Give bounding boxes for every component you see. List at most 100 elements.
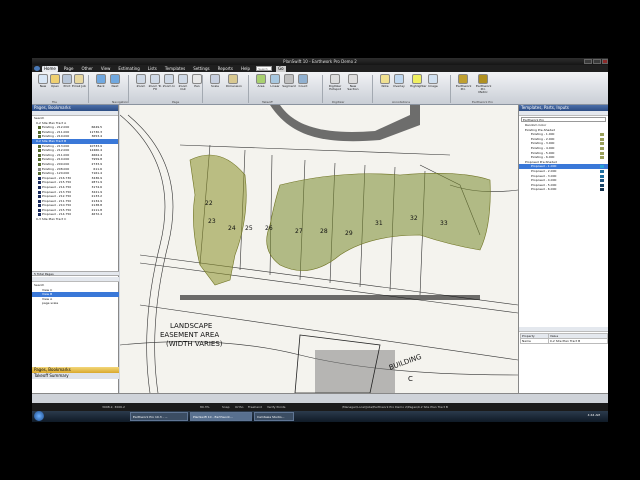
drawing-canvas[interactable]: 22 23 24 25 26 27 28 29 31 32 33 LANDSCAPE EASEMEN… [120, 105, 518, 393]
takeoff-item-label: Existing - 211.000 [42, 152, 70, 157]
ribbon-highlighter-button[interactable]: Highlighter [410, 74, 427, 88]
ribbon-zoom-out-button[interactable]: Zoom Out [176, 74, 190, 91]
minimize-button[interactable] [584, 59, 592, 64]
task-item-2[interactable]: Camtasia Studio... [254, 412, 294, 421]
menu-settings[interactable]: Settings [191, 66, 211, 72]
view-item[interactable]: page scale [32, 301, 119, 306]
search-go-button[interactable]: Go [276, 65, 286, 72]
color-swatch-icon [38, 195, 41, 199]
template-item-label: Proposed - 4.000 [531, 178, 557, 183]
task-item-1[interactable]: PlanSwift 10 - Earthwork... [190, 412, 252, 421]
note-icon [380, 74, 390, 84]
color-swatch-icon [600, 183, 604, 187]
ribbon-new-section-label: New Section [347, 84, 359, 91]
new-icon [38, 74, 48, 84]
menu-estimating[interactable]: Estimating [116, 66, 141, 72]
window-title: PlanSwift 10 - Earthwork Pro Demo 2 [283, 59, 357, 64]
ribbon-zoom-to-fit-button[interactable]: Zoom To Fit [148, 74, 162, 91]
ribbon-zoom-button[interactable]: Zoom [134, 74, 148, 88]
tab-takeoff-summary[interactable]: Takeoff Summary [32, 373, 119, 379]
lot-number-label: 24 [228, 225, 236, 232]
start-button-icon[interactable] [34, 411, 44, 421]
toggle-freehand[interactable]: Freehand [248, 403, 262, 411]
color-swatch-icon [38, 130, 41, 134]
ribbon-email-job-button[interactable]: Email Job [72, 74, 86, 88]
view-tree: View C View B View Apage scale [32, 288, 119, 306]
ribbon-highlighter-label: Highlighter [410, 84, 427, 88]
ribbon-scale-button[interactable]: Scale [208, 74, 222, 88]
color-swatch-icon [600, 188, 604, 192]
color-swatch-icon [38, 176, 41, 180]
template-item[interactable]: Proposed - 6.000 [519, 187, 608, 192]
template-item-label: Proposed - 6.000 [531, 187, 557, 192]
ribbon-image-label: Image [428, 84, 438, 88]
ribbon-dimension-button[interactable]: Dimension [226, 74, 242, 88]
ribbon-scale-label: Scale [210, 84, 220, 88]
ribbon-new-section-button[interactable]: New Section [346, 74, 360, 91]
area-icon [256, 74, 266, 84]
search-input[interactable] [256, 66, 273, 71]
ribbon-image-button[interactable]: Image [426, 74, 440, 88]
menu-help[interactable]: Help [239, 66, 252, 72]
toggle-snap[interactable]: Snap [222, 403, 230, 411]
email-job-icon [74, 74, 84, 84]
ribbon-earthwork-pro-metric-button[interactable]: Earthwork Pro Metric [476, 74, 491, 94]
scale-icon [210, 74, 220, 84]
lot-number-label: 26 [265, 225, 273, 232]
ribbon-overlay-button[interactable]: Overlay [392, 74, 406, 88]
right-panel: Templates, Parts, Inputs Earthwork Pro R… [518, 105, 608, 393]
earthwork-pro-metric-icon [478, 74, 488, 84]
task-item-0[interactable]: Earthwork Pro 10.3 - ... [130, 412, 188, 421]
color-swatch-icon [600, 133, 604, 137]
color-swatch-icon [38, 172, 41, 176]
color-swatch-icon [38, 153, 41, 157]
template-item-label: Proposed - 2.000 [531, 168, 557, 173]
ribbon-overlay-label: Overlay [393, 84, 405, 88]
menu-lists[interactable]: Lists [146, 66, 159, 72]
ribbon-earthwork-pro-button[interactable]: Earthwork Pro [456, 74, 471, 91]
ribbon-next-button[interactable]: Next [108, 74, 122, 88]
bottom-toolbar [32, 393, 608, 403]
toggle-ortho[interactable]: Ortho [235, 403, 244, 411]
ribbon-count-button[interactable]: Count [296, 74, 310, 88]
segment-icon [284, 74, 294, 84]
menu-reports[interactable]: Reports [216, 66, 235, 72]
color-swatch-icon [600, 151, 604, 155]
back-icon [96, 74, 106, 84]
maximize-button[interactable] [593, 59, 601, 64]
menu-page[interactable]: Page [62, 66, 76, 72]
ribbon-digitizer-hotspot-button[interactable]: Digitizer Hotspot [328, 74, 342, 91]
prop-value[interactable]: 0-2 Site Plan Tract B [547, 338, 608, 344]
template-item-label: Proposed Pre-Shaded [525, 159, 557, 164]
taskbar: Earthwork Pro 10.3 - ... PlanSwift 10 - … [32, 411, 608, 422]
close-button[interactable] [602, 59, 608, 64]
menu-templates[interactable]: Templates [163, 66, 187, 72]
ribbon-separator [88, 75, 89, 103]
app-orb-icon[interactable] [34, 66, 40, 71]
toggle-verify-points[interactable]: Verify Points [267, 403, 285, 411]
page-node[interactable]: 0-3 Site Plan Tract C [32, 217, 118, 222]
zoom-out-icon [178, 74, 188, 84]
ribbon-group-file: File [52, 100, 58, 104]
menu-home[interactable]: Home [42, 65, 58, 72]
template-item-label: Existing - 5.000 [531, 150, 555, 155]
takeoff-item-label: Proposed - 211.750 [42, 198, 72, 203]
ribbon-segment-button[interactable]: Segment [282, 74, 296, 88]
ribbon-count-label: Count [298, 84, 308, 88]
ribbon-back-button[interactable]: Back [94, 74, 108, 88]
view-item-label: View B [42, 292, 53, 297]
ribbon-note-button[interactable]: Note [378, 74, 392, 88]
template-dropdown[interactable]: Earthwork Pro [521, 117, 606, 122]
ribbon-digitizer-hotspot-label: Digitizer Hotspot [328, 84, 342, 91]
color-swatch-icon [38, 190, 41, 194]
ribbon-group-earthwork-pro: Earthwork Pro [472, 100, 494, 104]
ribbon: New Open Print Email Job Back Next Zoom Zoom To… [32, 72, 608, 105]
menu-view[interactable]: View [99, 66, 113, 72]
ribbon-linear-button[interactable]: Linear [268, 74, 282, 88]
ribbon-zoom-in-button[interactable]: Zoom In [162, 74, 176, 88]
takeoff-item-label: Proposed - 213.750 [42, 189, 72, 194]
ribbon-area-button[interactable]: Area [254, 74, 268, 88]
menu-other[interactable]: Other [80, 66, 95, 72]
ribbon-zoom-in-label: Zoom In [162, 84, 176, 88]
total-pages-label: 5 Total Pages [32, 271, 119, 276]
